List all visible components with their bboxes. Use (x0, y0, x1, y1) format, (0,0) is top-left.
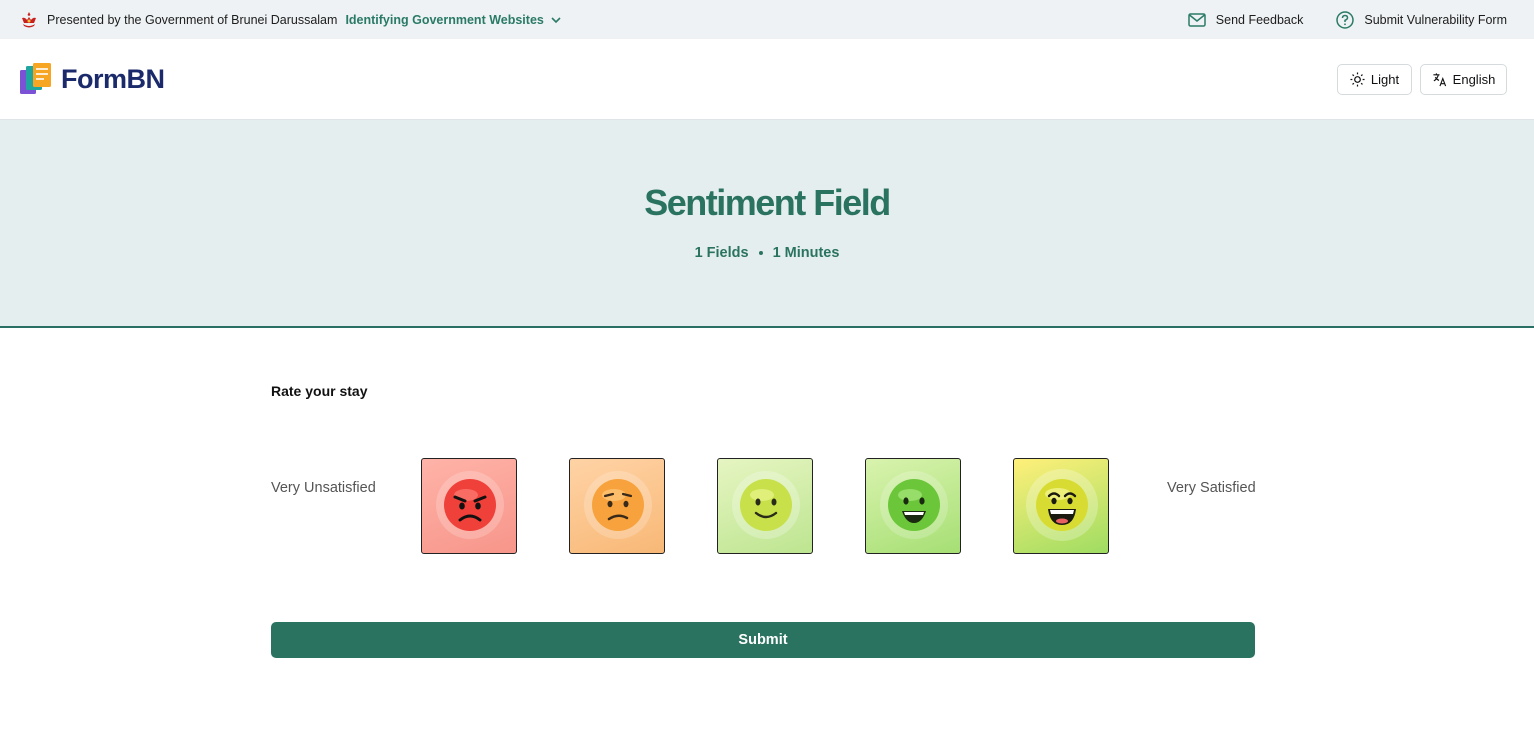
very-happy-face-icon (1026, 469, 1098, 541)
sentiment-option-5[interactable] (1013, 458, 1109, 554)
translate-icon (1433, 73, 1446, 87)
formbn-logo-icon (20, 63, 51, 94)
send-feedback-label: Send Feedback (1215, 12, 1304, 27)
sentiment-option-2[interactable] (569, 458, 665, 554)
slight-smile-face-icon (732, 471, 800, 539)
sentiment-option-1[interactable] (421, 458, 517, 554)
logo-text: FormBN (61, 63, 165, 94)
identify-websites-link[interactable]: Identifying Government Websites (345, 13, 561, 27)
happy-face-icon (880, 471, 948, 539)
sun-icon (1350, 72, 1365, 87)
brunei-crest-icon (22, 11, 36, 27)
angry-face-icon (436, 471, 504, 539)
meta-separator (758, 251, 763, 255)
theme-toggle-label: Light (1370, 72, 1400, 87)
help-circle-icon (1336, 10, 1355, 29)
form-meta: 1 Fields 1 Minutes (0, 245, 1534, 261)
language-label: English (1452, 72, 1496, 87)
form-title: Sentiment Field (644, 182, 891, 223)
chevron-down-icon (551, 16, 561, 23)
mail-icon (1188, 12, 1206, 27)
fields-count: 1 Fields (694, 245, 749, 261)
form-hero: Sentiment Field 1 Fields 1 Minutes (0, 120, 1534, 328)
government-banner: Presented by the Government of Brunei Da… (0, 0, 1534, 39)
site-header: FormBN Light English (0, 39, 1534, 120)
formbn-logo[interactable]: FormBN (19, 62, 165, 96)
identify-websites-label: Identifying Government Websites (345, 12, 544, 27)
question-label: Rate your stay (271, 383, 368, 399)
submit-vulnerability-link[interactable]: Submit Vulnerability Form (1335, 10, 1507, 30)
language-button[interactable]: English (1420, 64, 1507, 95)
submit-vulnerability-label: Submit Vulnerability Form (1364, 12, 1507, 27)
sentiment-option-3[interactable] (717, 458, 813, 554)
presented-by-text: Presented by the Government of Brunei Da… (47, 12, 338, 27)
send-feedback-link[interactable]: Send Feedback (1187, 10, 1304, 30)
sad-face-icon (584, 471, 652, 539)
scale-min-label: Very Unsatisfied (271, 480, 376, 496)
government-banner-left: Presented by the Government of Brunei Da… (19, 0, 562, 39)
scale-max-label: Very Satisfied (1167, 480, 1256, 496)
sentiment-option-4[interactable] (865, 458, 961, 554)
theme-toggle-button[interactable]: Light (1337, 64, 1412, 95)
government-banner-right: Send Feedback Submit Vulnerability Form (1187, 0, 1507, 39)
duration: 1 Minutes (772, 245, 840, 261)
submit-button[interactable]: Submit (271, 622, 1255, 658)
